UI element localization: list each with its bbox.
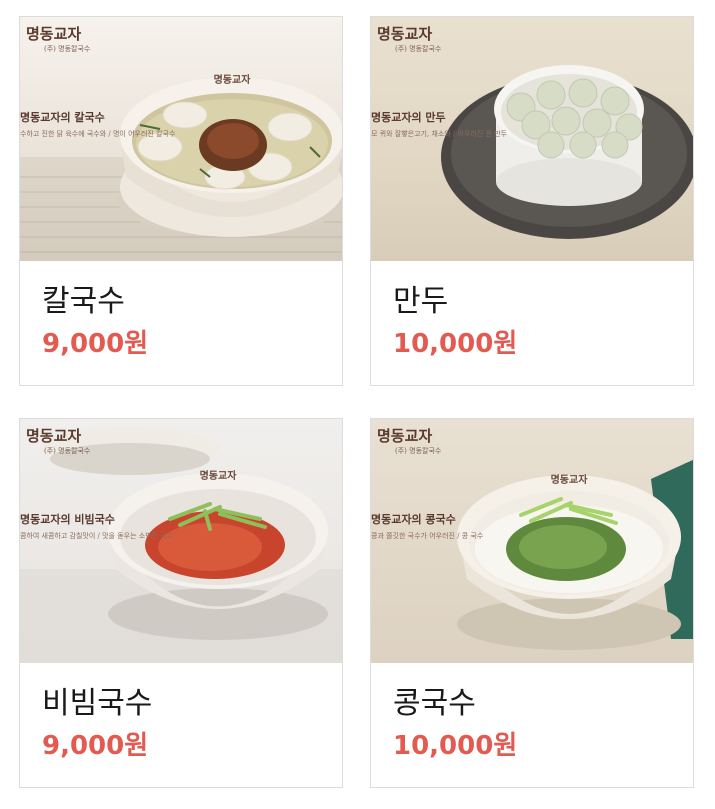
brand-logo: 명동교자 (주) 명동칼국수 [26,427,91,455]
menu-item-price: 9,000원 [42,329,149,359]
menu-item-price: 10,000원 [393,329,518,359]
bowl-logo-text: 명동교자 [551,473,589,486]
menu-item-price: 9,000원 [42,731,149,761]
menu-photo: 명동교자 명동교자 (주) 명동칼국수 명동교자의 비빔국수 콤하여 새콤하고 … [20,419,342,663]
menu-photo: 명동교자 명동교자 (주) 명동칼국수 명동교자의 콩국수 콩과 쫄깃한 국수가… [371,419,693,663]
brand-logo: 명동교자 (주) 명동칼국수 [377,25,442,53]
photo-caption: 명동교자의 콩국수 콩과 쫄깃한 국수가 어우러진 / 콩 국수 [371,513,484,540]
menu-card-mandu[interactable]: 명동교자 (주) 명동칼국수 명동교자의 만두 모 퀴와 잘빻은고기, 채소와 … [370,16,694,386]
photo-caption: 명동교자의 만두 모 퀴와 잘빻은고기, 채소와 / 어우러진 찐 만두 [371,111,508,138]
menu-photo: 명동교자 명동교자 (주) 명동칼국수 명동교자의 칼국수 수하고 진한 닭 육… [20,17,342,261]
menu-item-name: 만두 [393,284,449,319]
menu-grid: 명동교자 명동교자 (주) 명동칼국수 명동교자의 칼국수 수하고 진한 닭 육… [0,0,715,809]
brand-logo: 명동교자 (주) 명동칼국수 [377,427,442,455]
bowl-logo-text: 명동교자 [200,469,238,482]
brand-logo: 명동교자 (주) 명동칼국수 [26,25,91,53]
bowl-logo-text: 명동교자 [214,73,252,86]
menu-item-price: 10,000원 [393,731,518,761]
menu-item-name: 콩국수 [393,686,476,721]
menu-card-bibimguksu[interactable]: 명동교자 명동교자 (주) 명동칼국수 명동교자의 비빔국수 콤하여 새콤하고 … [19,418,343,788]
menu-card-kalguksu[interactable]: 명동교자 명동교자 (주) 명동칼국수 명동교자의 칼국수 수하고 진한 닭 육… [19,16,343,386]
menu-item-name: 칼국수 [42,284,125,319]
menu-card-kongguksu[interactable]: 명동교자 명동교자 (주) 명동칼국수 명동교자의 콩국수 콩과 쫄깃한 국수가… [370,418,694,788]
menu-photo: 명동교자 (주) 명동칼국수 명동교자의 만두 모 퀴와 잘빻은고기, 채소와 … [371,17,693,261]
photo-caption: 명동교자의 비빔국수 콤하여 새콤하고 감칠맛이 / 맛을 돋우는 소박한 국수 [20,513,174,540]
menu-item-name: 비빔국수 [42,686,153,721]
photo-caption: 명동교자의 칼국수 수하고 진한 닭 육수에 국수와 / 명이 어우러진 칼국수 [20,111,176,138]
